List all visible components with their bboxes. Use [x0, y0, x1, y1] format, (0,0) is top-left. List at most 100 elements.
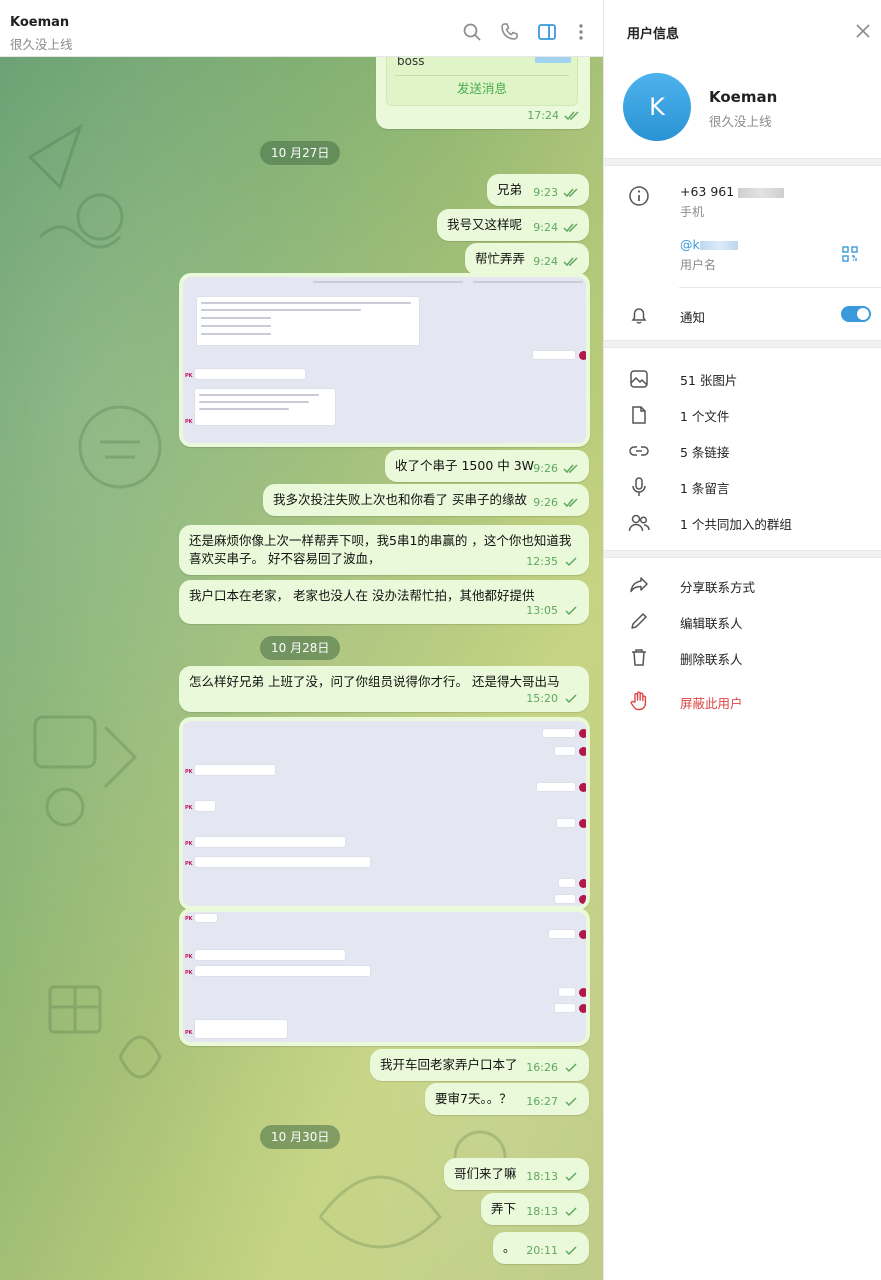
message-text: 怎么样好兄弟 上班了没，问了你组员说得你才行。 还是得大哥出马: [189, 674, 560, 689]
single-check-icon: [565, 557, 577, 567]
redacted-block: [699, 241, 738, 250]
username-label: 用户名: [680, 258, 717, 272]
message-time: 16:26: [526, 1061, 558, 1074]
message-time: 9:23: [533, 186, 558, 199]
message-meta: 15:20: [526, 690, 579, 708]
message-bubble[interactable]: 我户口本在老家， 老家也没人在 没办法帮忙拍，其他都好提供 13:05: [179, 580, 589, 624]
user-info-panel: 用户信息 K Koeman 很久没上线 +63 961 手机 @k 用户名 通知…: [603, 0, 881, 1280]
photo-message[interactable]: PK PK PK PK: [179, 717, 590, 910]
block-user-button[interactable]: 屏蔽此用户: [680, 693, 743, 712]
message-text: 我户口本在老家， 老家也没人在 没办法帮忙拍，其他都好提供: [189, 588, 535, 603]
message-bubble[interactable]: 弄下 18:13: [481, 1193, 589, 1225]
info-icon: [629, 186, 649, 206]
photo-screenshot: PK PK PK PK: [183, 721, 586, 906]
chat-header: Koeman 很久没上线: [0, 6, 603, 57]
share-icon: [630, 577, 648, 593]
double-check-icon: [563, 464, 578, 474]
wallpaper-doodle: [78, 405, 162, 489]
message-bubble[interactable]: 我开车回老家弄户口本了 16:26: [370, 1049, 589, 1081]
username-value: @k: [680, 237, 700, 252]
double-check-icon: [563, 223, 578, 233]
media-groups[interactable]: 1 个共同加入的群组: [680, 514, 792, 533]
notifications-toggle[interactable]: [841, 306, 871, 322]
message-text: 收了个串子 1500 中 3W: [395, 458, 535, 473]
photo-message[interactable]: PK PK: [179, 273, 590, 447]
message-text: 弄下: [491, 1201, 517, 1216]
chat-title[interactable]: Koeman: [10, 15, 69, 30]
phone-number[interactable]: +63 961: [680, 184, 785, 199]
single-check-icon: [565, 1063, 577, 1073]
message-text: 要审7天。。？: [435, 1091, 512, 1106]
phone-icon[interactable]: [500, 22, 520, 42]
message-bubble[interactable]: 收了个串子 1500 中 3W 9:26: [385, 450, 589, 482]
message-time: 17:24: [527, 109, 559, 122]
profile-status: 很久没上线: [709, 114, 772, 129]
phone-value: +63 961: [680, 184, 735, 199]
message-time: 18:13: [526, 1205, 558, 1218]
notifications-label: 通知: [680, 310, 706, 325]
share-contact-button[interactable]: 分享联系方式: [680, 577, 755, 596]
media-photos[interactable]: 51 张图片: [680, 370, 737, 389]
username[interactable]: @k: [680, 237, 738, 252]
media-voice[interactable]: 1 条留言: [680, 478, 729, 497]
message-bubble[interactable]: 怎么样好兄弟 上班了没，问了你组员说得你才行。 还是得大哥出马 15:20: [179, 666, 589, 712]
media-files[interactable]: 1 个文件: [680, 406, 729, 425]
message-time: 9:24: [533, 221, 558, 234]
send-message-button[interactable]: 发送消息: [387, 80, 577, 98]
phone-label: 手机: [680, 205, 705, 219]
message-text: 我号又这样呢: [447, 217, 523, 232]
date-separator: 10 月27日: [260, 141, 341, 165]
message-bubble[interactable]: 我号又这样呢 9:24: [437, 209, 589, 241]
message-time: 20:11: [526, 1244, 558, 1257]
profile-name: Koeman: [709, 88, 778, 106]
message-time: 13:05: [526, 604, 558, 617]
message-meta: 18:13: [526, 1203, 579, 1221]
message-text: 我开车回老家弄户口本了: [380, 1057, 518, 1072]
media-links[interactable]: 5 条链接: [680, 442, 729, 461]
message-bubble[interactable]: 还是麻烦你像上次一样帮弄下呗，我5串1的串赢的 ，这个你也知道我喜欢买串子。 好…: [179, 525, 589, 575]
message-bubble[interactable]: 。 20:11: [493, 1232, 589, 1264]
message-time: 16:27: [526, 1095, 558, 1108]
message-meta: 16:27: [526, 1093, 579, 1111]
message-time: 9:26: [533, 496, 558, 509]
panel-title: 用户信息: [627, 27, 680, 42]
edit-contact-button[interactable]: 编辑联系人: [680, 613, 743, 632]
message-bubble[interactable]: 兄弟 9:23: [487, 174, 589, 206]
message-text: 我多次投注失败上次也和你看了 买串子的缘故: [273, 492, 527, 507]
message-bubble[interactable]: 哥们来了嘛 18:13: [444, 1158, 589, 1190]
message-bubble[interactable]: 我多次投注失败上次也和你看了 买串子的缘故 9:26: [263, 484, 589, 516]
trash-icon: [632, 649, 646, 666]
redacted-block: [738, 187, 785, 198]
message-meta: 9:24: [533, 253, 579, 271]
message-text: 帮忙弄弄: [475, 251, 526, 266]
message-meta: 20:11: [526, 1242, 579, 1260]
block-hand-icon: [630, 691, 647, 711]
message-meta: 9:24: [533, 219, 579, 237]
chat-pane: Koeman 很久没上线 boss 发送消息 17:24 10 月27日 兄弟 …: [0, 0, 603, 1280]
single-check-icon: [565, 1207, 577, 1217]
divider: [395, 75, 569, 76]
wallpaper-doodle: [27, 123, 124, 249]
sidebar-toggle-icon[interactable]: [537, 22, 557, 42]
photo-message[interactable]: PK PK PK PK: [179, 908, 590, 1046]
more-menu-icon[interactable]: [571, 22, 591, 42]
chat-last-seen: 很久没上线: [10, 37, 73, 52]
avatar[interactable]: K: [623, 73, 691, 141]
single-check-icon: [565, 694, 577, 704]
qr-code-icon[interactable]: [842, 246, 858, 262]
wallpaper-doodle: [48, 985, 162, 1079]
message-meta: 9:26: [533, 494, 579, 512]
message-bubble[interactable]: 要审7天。。？ 16:27: [425, 1083, 589, 1115]
search-icon[interactable]: [462, 22, 482, 42]
close-icon[interactable]: [856, 24, 870, 38]
single-check-icon: [565, 1246, 577, 1256]
image-icon: [630, 370, 648, 388]
message-time: 15:20: [526, 692, 558, 705]
date-separator: 10 月28日: [260, 636, 341, 660]
message-time: 9:26: [533, 462, 558, 475]
delete-contact-button[interactable]: 删除联系人: [680, 649, 743, 668]
message-bubble[interactable]: 帮忙弄弄 9:24: [465, 243, 589, 275]
double-check-icon: [563, 257, 578, 267]
message-time: 12:35: [526, 555, 558, 568]
divider: [679, 287, 881, 288]
